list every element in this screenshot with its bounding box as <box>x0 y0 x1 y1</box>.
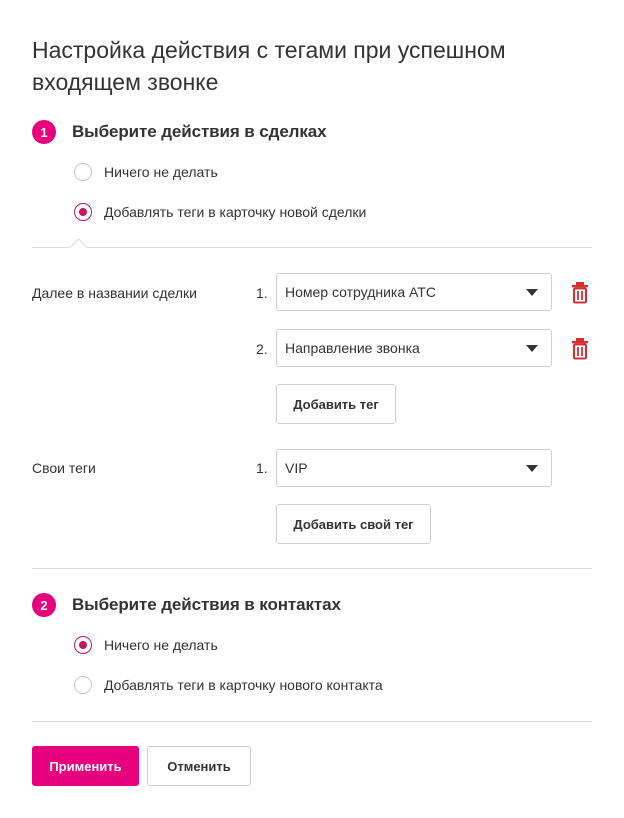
radio-contacts-do-nothing[interactable]: Ничего не делать <box>74 635 218 655</box>
trash-icon[interactable] <box>570 338 590 360</box>
radio-label: Добавлять теги в карточку нового контакт… <box>104 677 383 693</box>
divider <box>32 568 592 569</box>
apply-button[interactable]: Применить <box>32 746 139 786</box>
step-number-badge: 1 <box>32 120 56 144</box>
tag-number: 2. <box>256 341 268 357</box>
deal-name-tags-label: Далее в названии сделки <box>32 285 197 301</box>
own-tags-label: Свои теги <box>32 460 96 476</box>
radio-button[interactable] <box>74 676 92 694</box>
radio-button[interactable] <box>74 636 92 654</box>
select-value: VIP <box>285 460 308 476</box>
cancel-button[interactable]: Отменить <box>147 746 251 786</box>
tag-number: 1. <box>256 460 268 476</box>
caret-down-icon <box>526 345 538 352</box>
divider-pointer <box>69 238 88 257</box>
radio-deals-add-tags[interactable]: Добавлять теги в карточку новой сделки <box>74 202 366 222</box>
select-value: Направление звонка <box>285 340 420 356</box>
radio-contacts-add-tags[interactable]: Добавлять теги в карточку нового контакт… <box>74 675 383 695</box>
step-title: Выберите действия в сделках <box>72 122 327 141</box>
tag-number: 1. <box>256 285 268 301</box>
divider <box>32 721 592 722</box>
add-own-tag-button[interactable]: Добавить свой тег <box>276 504 431 544</box>
own-tag-select-1[interactable]: VIP <box>276 449 552 487</box>
tag-select-2[interactable]: Направление звонка <box>276 329 552 367</box>
radio-deals-do-nothing[interactable]: Ничего не делать <box>74 162 218 182</box>
add-tag-button[interactable]: Добавить тег <box>276 384 396 424</box>
divider <box>32 247 592 248</box>
tag-select-1[interactable]: Номер сотрудника АТС <box>276 273 552 311</box>
page-title: Настройка действия с тегами при успешном… <box>32 37 506 95</box>
caret-down-icon <box>526 289 538 296</box>
select-value: Номер сотрудника АТС <box>285 284 436 300</box>
radio-label: Добавлять теги в карточку новой сделки <box>104 204 367 220</box>
trash-icon[interactable] <box>570 282 590 304</box>
radio-label: Ничего не делать <box>104 164 218 180</box>
caret-down-icon <box>526 465 538 472</box>
step-deals: 1 Выберите действия в сделках <box>32 120 327 144</box>
step-contacts: 2 Выберите действия в контактах <box>32 593 341 617</box>
radio-button[interactable] <box>74 163 92 181</box>
radio-button[interactable] <box>74 203 92 221</box>
step-number-badge: 2 <box>32 593 56 617</box>
step-title: Выберите действия в контактах <box>72 595 341 614</box>
radio-label: Ничего не делать <box>104 637 218 653</box>
